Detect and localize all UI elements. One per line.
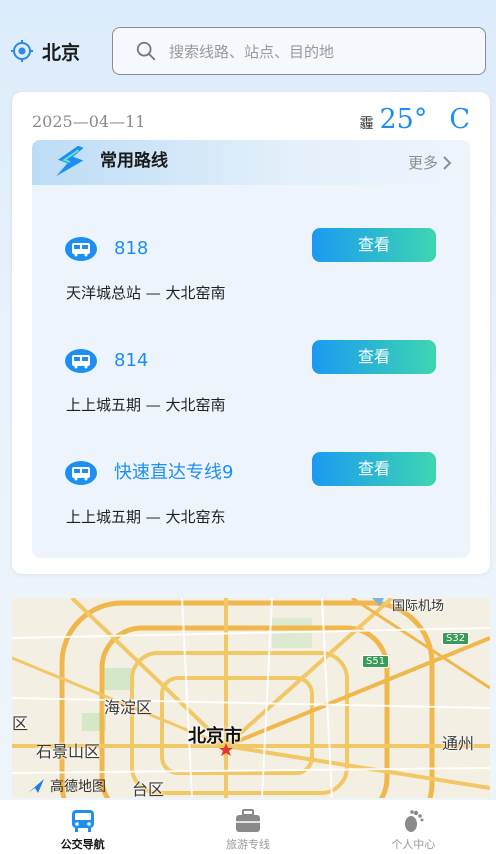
city-selector[interactable]: 北京 bbox=[10, 38, 112, 65]
amap-logo: 高德地图 bbox=[26, 776, 106, 796]
map-label-fengtai: 台区 bbox=[132, 780, 165, 798]
nav-label: 公交导航 bbox=[60, 838, 105, 851]
section-title: 常用路线 bbox=[100, 151, 168, 171]
footprint-icon bbox=[405, 810, 424, 832]
map-label-shijingshan: 石景山区 bbox=[36, 742, 101, 761]
nav-label: 个人中心 bbox=[391, 838, 436, 851]
amap-arrow-icon bbox=[28, 779, 44, 793]
search-input[interactable]: 搜索线路、站点、目的地 bbox=[112, 27, 486, 75]
route-stops: 天洋城总站 — 大北窑南 bbox=[66, 284, 226, 302]
date-text: 2025—04—11 bbox=[32, 112, 146, 131]
city-name: 北京 bbox=[42, 41, 81, 64]
map-badge-s51: S51 bbox=[362, 655, 390, 668]
view-button[interactable]: 查看 bbox=[312, 228, 436, 262]
amap-logo-text: 高德地图 bbox=[50, 779, 106, 795]
more-link[interactable]: 更多 bbox=[408, 152, 452, 173]
more-label: 更多 bbox=[407, 154, 438, 172]
header: 北京 搜索线路、站点、目的地 bbox=[10, 26, 486, 76]
bus-icon bbox=[65, 237, 97, 261]
route-item[interactable]: 818 查看 天洋城总站 — 大北窑南 bbox=[32, 228, 470, 316]
lightning-icon bbox=[56, 145, 84, 177]
temperature-unit: C bbox=[449, 104, 470, 135]
view-button[interactable]: 查看 bbox=[312, 340, 436, 374]
bus-icon bbox=[65, 461, 97, 485]
map-label-airport: 国际机场 bbox=[392, 599, 445, 614]
route-stops: 上上城五期 — 大北窑东 bbox=[66, 508, 226, 526]
nav-item-tourism[interactable]: 旅游专线 bbox=[193, 800, 303, 854]
map-label-haidian: 海淀区 bbox=[104, 698, 153, 717]
view-button[interactable]: 查看 bbox=[312, 452, 436, 486]
route-name: 818 bbox=[114, 238, 149, 259]
weather-info: 霾 25° C bbox=[359, 104, 470, 135]
map-label-beijing-city: 北京市 bbox=[188, 726, 242, 747]
map-roads bbox=[12, 598, 490, 798]
chevron-right-icon bbox=[443, 155, 452, 170]
search-icon bbox=[136, 41, 156, 61]
route-name: 814 bbox=[114, 350, 149, 371]
map-label-district-left: 区 bbox=[12, 714, 29, 733]
briefcase-icon bbox=[235, 809, 260, 832]
nav-item-bus[interactable]: 公交导航 bbox=[28, 800, 138, 854]
routes-panel: 常用路线 更多 818 查看 天洋城总站 — 大北窑南 814 查看 上上城五期… bbox=[32, 140, 470, 558]
bottom-nav: 公交导航 旅游专线 个人中心 bbox=[0, 800, 496, 854]
bus-icon bbox=[65, 349, 97, 373]
weather-condition: 霾 bbox=[359, 116, 374, 132]
route-stops: 上上城五期 — 大北窑南 bbox=[66, 396, 226, 414]
route-item[interactable]: 快速直达专线9 查看 上上城五期 — 大北窑东 bbox=[32, 452, 470, 540]
search-placeholder: 搜索线路、站点、目的地 bbox=[169, 42, 335, 61]
temperature: 25° bbox=[379, 104, 428, 135]
map-badge-s32: S32 bbox=[442, 632, 470, 645]
map-view[interactable]: 国际机场 S32 S51 海淀区 区 北京市 石景山区 通州 台区 高德地图 bbox=[12, 598, 490, 798]
route-name: 快速直达专线9 bbox=[114, 462, 234, 483]
bus-icon bbox=[71, 810, 94, 832]
route-item[interactable]: 814 查看 上上城五期 — 大北窑南 bbox=[32, 340, 470, 428]
routes-panel-header: 常用路线 更多 bbox=[32, 140, 470, 185]
location-icon bbox=[11, 40, 33, 62]
routes-card: 2025—04—11 霾 25° C 常用路线 更多 818 查看 天洋城总站 … bbox=[12, 92, 490, 574]
nav-label: 旅游专线 bbox=[225, 838, 270, 851]
nav-item-profile[interactable]: 个人中心 bbox=[358, 800, 468, 854]
map-label-tongzhou: 通州 bbox=[442, 734, 475, 753]
